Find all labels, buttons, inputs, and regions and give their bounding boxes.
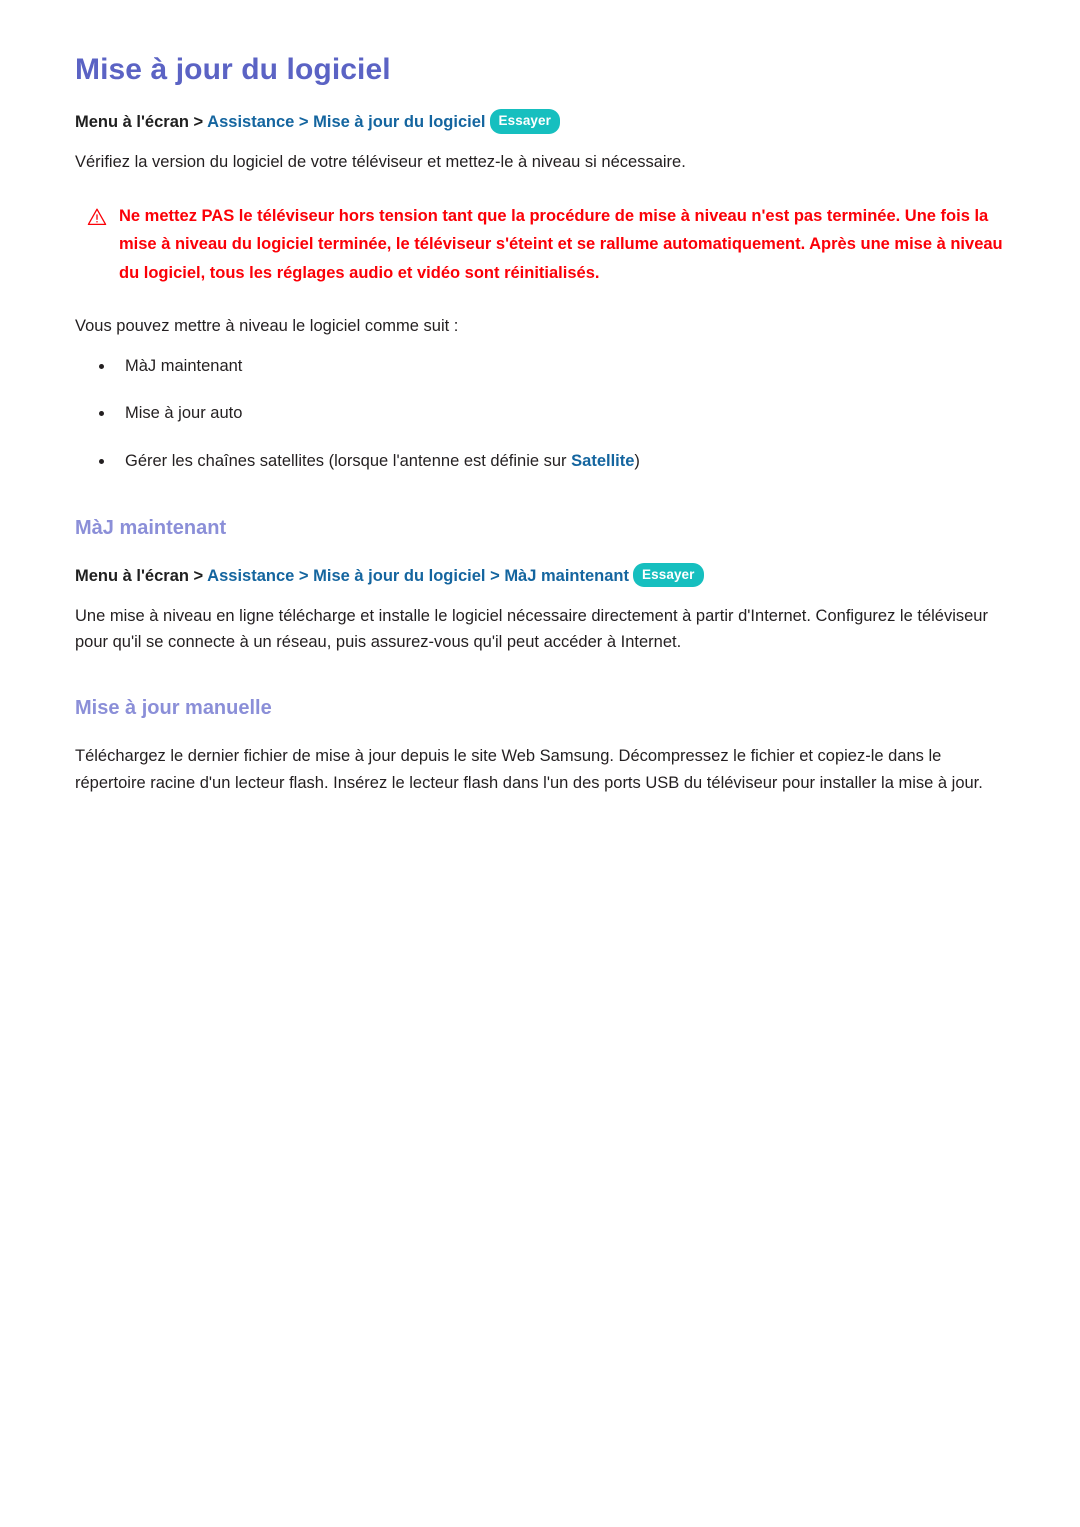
breadcrumb-software-update: Menu à l'écran > Assistance > Mise à jou… (75, 109, 1010, 135)
list-item: Gérer les chaînes satellites (lorsque l'… (99, 449, 1010, 474)
try-badge[interactable]: Essayer (633, 562, 704, 588)
breadcrumb-link-assistance[interactable]: Assistance (207, 113, 294, 131)
breadcrumb-separator-3: > (485, 566, 505, 585)
intro-paragraph: Vérifiez la version du logiciel de votre… (75, 153, 686, 172)
section-heading-mise-a-jour-manuelle: Mise à jour manuelle (75, 697, 272, 720)
breadcrumb-link-software-update[interactable]: Mise à jour du logiciel (313, 567, 485, 585)
breadcrumb-maj-maintenant: Menu à l'écran > Assistance > Mise à jou… (75, 562, 1010, 589)
maj-maintenant-paragraph: Une mise à niveau en ligne télécharge et… (75, 606, 988, 652)
list-item: Mise à jour auto (99, 401, 1010, 426)
document-page: Mise à jour du logiciel Menu à l'écran >… (0, 0, 1080, 1527)
list-intro-text: Vous pouvez mettre à niveau le logiciel … (75, 316, 459, 335)
mise-a-jour-manuelle-paragraph: Téléchargez le dernier fichier de mise à… (75, 747, 983, 792)
breadcrumb-separator-2: > (294, 566, 314, 585)
upgrade-methods-list: MàJ maintenant Mise à jour auto Gérer le… (75, 354, 1010, 474)
list-item-prefix: Gérer les chaînes satellites (lorsque l'… (125, 452, 572, 471)
list-item-label: MàJ maintenant (125, 356, 243, 375)
breadcrumb-link-assistance[interactable]: Assistance (207, 567, 294, 585)
section-heading-maj-maintenant: MàJ maintenant (75, 516, 227, 539)
warning-block: Ne mettez PAS le téléviseur hors tension… (75, 202, 1010, 287)
list-item-suffix: ) (634, 452, 640, 471)
breadcrumb-root: Menu à l'écran (75, 566, 189, 585)
breadcrumb-separator-1: > (188, 113, 208, 132)
warning-triangle-icon (87, 207, 107, 227)
page-title: Mise à jour du logiciel (75, 53, 391, 86)
try-badge[interactable]: Essayer (489, 109, 560, 134)
warning-text: Ne mettez PAS le téléviseur hors tension… (119, 206, 1003, 282)
inline-link-satellite[interactable]: Satellite (571, 452, 634, 470)
list-item-label: Mise à jour auto (125, 404, 243, 423)
breadcrumb-link-maj-maintenant[interactable]: MàJ maintenant (504, 567, 629, 585)
breadcrumb-separator-1: > (188, 566, 208, 585)
breadcrumb-separator-2: > (294, 113, 314, 132)
breadcrumb-root: Menu à l'écran (75, 113, 189, 132)
list-item: MàJ maintenant (99, 354, 1010, 379)
breadcrumb-link-software-update[interactable]: Mise à jour du logiciel (313, 113, 485, 131)
